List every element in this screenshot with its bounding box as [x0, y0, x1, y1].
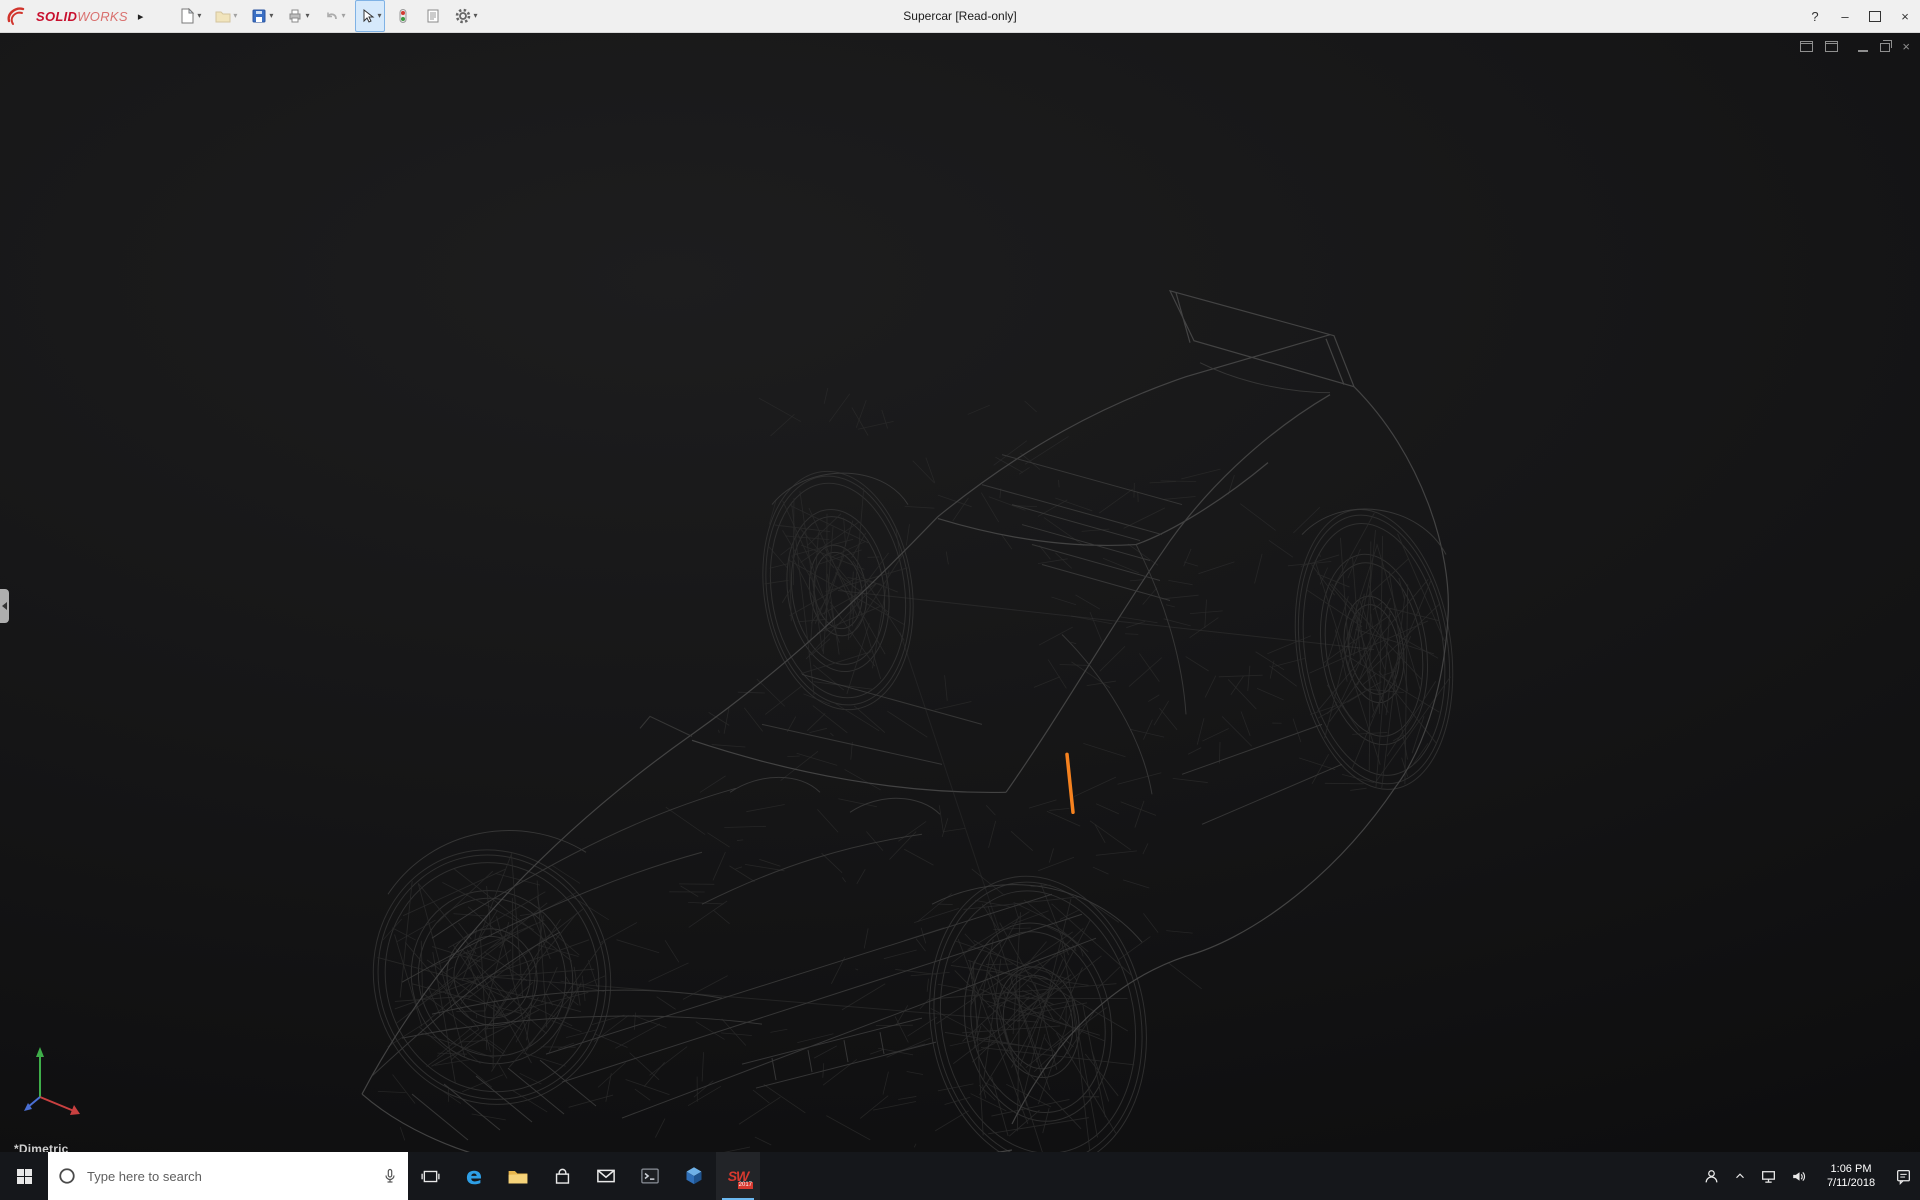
select-tool-button[interactable]: ▾	[355, 0, 385, 32]
hidden-icons-button[interactable]	[1733, 1169, 1747, 1183]
solidworks-window: SOLIDWORKS ▸ ▾ ▾ ▾	[0, 0, 1920, 1200]
app-name-works: WORKS	[77, 9, 128, 24]
clock-date: 7/11/2018	[1827, 1176, 1875, 1190]
orientation-triad	[22, 1037, 96, 1126]
search-circle-icon	[58, 1167, 76, 1185]
undo-icon	[323, 8, 339, 24]
store-icon	[553, 1167, 572, 1186]
file-properties-icon	[425, 8, 441, 24]
edge-icon: e	[466, 1164, 482, 1188]
collapse-arrow-icon	[2, 602, 7, 610]
app-name-solid: SOLID	[36, 9, 77, 24]
console-app-icon	[640, 1166, 660, 1186]
mail-icon	[596, 1167, 616, 1185]
clock-time: 1:06 PM	[1831, 1162, 1872, 1176]
print-icon	[287, 8, 303, 24]
mail-button[interactable]	[584, 1152, 628, 1200]
doc-restore-icon[interactable]	[1880, 43, 1890, 52]
dropdown-arrow-icon[interactable]: ▾	[233, 12, 237, 20]
close-button[interactable]: ×	[1890, 0, 1920, 32]
open-button[interactable]: ▾	[211, 0, 241, 32]
volume-icon	[1790, 1168, 1807, 1185]
minimize-button[interactable]: –	[1830, 0, 1860, 32]
people-icon	[1703, 1168, 1720, 1185]
doc-window-icon[interactable]	[1800, 41, 1813, 52]
quick-access-toolbar: ▾ ▾ ▾ ▾	[175, 0, 481, 32]
network-button[interactable]	[1760, 1168, 1777, 1185]
app-name: SOLIDWORKS	[36, 9, 128, 24]
solidworks-logo: SOLIDWORKS	[0, 5, 132, 27]
options-button[interactable]: ▾	[451, 0, 481, 32]
view-orientation-label: *Dimetric	[14, 1142, 69, 1152]
maximize-icon	[1869, 11, 1881, 22]
save-floppy-icon	[251, 8, 267, 24]
save-button[interactable]: ▾	[247, 0, 277, 32]
volume-button[interactable]	[1790, 1168, 1807, 1185]
rebuild-button[interactable]	[391, 0, 415, 32]
search-input[interactable]	[85, 1168, 319, 1185]
help-button[interactable]: ?	[1800, 0, 1830, 32]
action-center-icon	[1895, 1168, 1912, 1185]
console-app-button[interactable]	[628, 1152, 672, 1200]
file-properties-button[interactable]	[421, 0, 445, 32]
undo-button[interactable]: ▾	[319, 0, 349, 32]
window-controls: ? – ×	[1800, 0, 1920, 32]
new-document-icon	[179, 8, 195, 24]
maximize-button[interactable]	[1860, 0, 1890, 32]
store-button[interactable]	[540, 1152, 584, 1200]
options-gear-icon	[455, 8, 471, 24]
titlebar: SOLIDWORKS ▸ ▾ ▾ ▾	[0, 0, 1920, 33]
dropdown-arrow-icon[interactable]: ▾	[305, 12, 309, 20]
network-icon	[1760, 1168, 1777, 1185]
doc-window-icon[interactable]	[1825, 41, 1838, 52]
dropdown-arrow-icon[interactable]: ▾	[341, 12, 345, 20]
file-explorer-button[interactable]	[496, 1152, 540, 1200]
rebuild-stoplight-icon	[395, 8, 411, 24]
solidworks-app-icon: SW 2017	[725, 1163, 751, 1189]
print-button[interactable]: ▾	[283, 0, 313, 32]
selected-edge-highlight[interactable]	[1067, 754, 1073, 812]
hidden-icons-chevron-icon	[1733, 1169, 1747, 1183]
sw-year-badge: 2017	[738, 1182, 753, 1189]
start-button[interactable]	[0, 1152, 48, 1200]
dropdown-arrow-icon[interactable]: ▾	[269, 12, 273, 20]
open-folder-icon	[215, 8, 231, 24]
new-document-button[interactable]: ▾	[175, 0, 205, 32]
car-wireframe	[0, 33, 1920, 1152]
document-window-controls: ×	[1800, 40, 1910, 53]
solidworks-app-button[interactable]: SW 2017	[716, 1152, 760, 1200]
task-view-button[interactable]	[408, 1152, 452, 1200]
edge-browser-button[interactable]: e	[452, 1152, 496, 1200]
document-window-group	[1800, 41, 1838, 52]
cube-app-button[interactable]	[672, 1152, 716, 1200]
doc-minimize-icon[interactable]	[1858, 50, 1868, 52]
triad-axes-icon	[22, 1037, 96, 1121]
taskbar-search[interactable]	[48, 1152, 408, 1200]
system-tray: 1:06 PM 7/11/2018	[1703, 1152, 1920, 1200]
people-button[interactable]	[1703, 1168, 1720, 1185]
graphics-viewport[interactable]: × *Dimetric	[0, 33, 1920, 1152]
menu-flyout-arrow-icon[interactable]: ▸	[132, 10, 150, 23]
file-explorer-icon	[507, 1166, 529, 1186]
feature-manager-collapse-tab[interactable]	[0, 589, 9, 623]
windows-taskbar: e	[0, 1152, 1920, 1200]
ds-swirl-icon	[6, 5, 32, 27]
taskbar-clock[interactable]: 1:06 PM 7/11/2018	[1820, 1162, 1882, 1190]
task-view-icon	[421, 1167, 440, 1186]
cube-app-icon	[684, 1166, 704, 1186]
dropdown-arrow-icon[interactable]: ▾	[377, 12, 381, 20]
dropdown-arrow-icon[interactable]: ▾	[473, 12, 477, 20]
document-title: Supercar [Read-only]	[903, 9, 1016, 23]
start-icon	[16, 1168, 33, 1185]
microphone-icon[interactable]	[382, 1168, 398, 1184]
action-center-button[interactable]	[1895, 1168, 1912, 1185]
select-cursor-icon	[359, 8, 375, 24]
doc-close-icon[interactable]: ×	[1902, 40, 1910, 53]
dropdown-arrow-icon[interactable]: ▾	[197, 12, 201, 20]
